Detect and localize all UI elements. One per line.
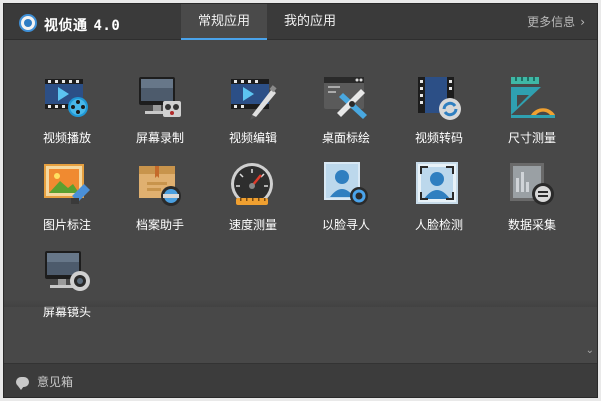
app-label: 尺寸测量 xyxy=(507,131,556,145)
app-video-transcode[interactable]: 视频转码 xyxy=(404,73,474,153)
desktop-draw-icon xyxy=(321,73,371,123)
video-edit-icon xyxy=(228,73,278,123)
app-label: 图片标注 xyxy=(42,218,91,232)
feedback-label: 意见箱 xyxy=(37,375,74,389)
video-transcode-icon xyxy=(414,73,464,123)
footer-bar: 意见箱 xyxy=(4,363,597,397)
app-label: 屏幕录制 xyxy=(135,131,184,145)
app-screen-camera[interactable]: 屏幕镜头 xyxy=(32,247,102,327)
app-label: 数据采集 xyxy=(507,218,556,232)
app-label: 以脸寻人 xyxy=(321,218,370,232)
app-data-collect[interactable]: 数据采集 xyxy=(497,160,567,240)
app-desktop-draw[interactable]: 桌面标绘 xyxy=(311,73,381,153)
tab-label: 常规应用 xyxy=(197,14,250,29)
more-info-link[interactable]: 更多信息 › xyxy=(527,4,585,40)
app-label: 人脸检测 xyxy=(414,218,463,232)
app-label: 桌面标绘 xyxy=(321,131,370,145)
app-grid: 视频播放 屏幕录制 视频编辑 桌面标绘 视频转码 尺寸测量 图片标注 档案助手 … xyxy=(4,41,597,363)
speed-measure-icon xyxy=(228,160,278,210)
tab-common-apps[interactable]: 常规应用 xyxy=(181,4,267,40)
app-screen-record[interactable]: 屏幕录制 xyxy=(125,73,195,153)
screen-record-icon xyxy=(135,73,185,123)
chevron-down-icon[interactable]: ⌄ xyxy=(586,345,594,356)
speech-bubble-icon xyxy=(16,377,29,390)
app-label: 视频播放 xyxy=(42,131,91,145)
app-version: 4.0 xyxy=(93,18,121,34)
app-title: 视侦通 4.0 xyxy=(44,15,120,35)
app-face-search[interactable]: 以脸寻人 xyxy=(311,160,381,240)
app-archive-assistant[interactable]: 档案助手 xyxy=(125,160,195,240)
tab-my-apps[interactable]: 我的应用 xyxy=(267,4,353,40)
screen-camera-icon xyxy=(42,247,92,297)
title-bar: 视侦通 4.0 常规应用 我的应用 更多信息 › xyxy=(4,4,597,40)
tab-label: 我的应用 xyxy=(283,14,336,29)
app-label: 速度测量 xyxy=(228,218,277,232)
app-size-measure[interactable]: 尺寸测量 xyxy=(497,73,567,153)
app-label: 视频编辑 xyxy=(228,131,277,145)
more-info-label: 更多信息 xyxy=(527,15,576,29)
image-annotate-icon xyxy=(42,160,92,210)
app-label: 视频转码 xyxy=(414,131,463,145)
size-measure-icon xyxy=(507,73,557,123)
data-collect-icon xyxy=(507,160,557,210)
face-search-icon xyxy=(321,160,371,210)
app-video-play[interactable]: 视频播放 xyxy=(32,73,102,153)
feedback-button[interactable]: 意见箱 xyxy=(16,373,73,390)
app-face-detect[interactable]: 人脸检测 xyxy=(404,160,474,240)
app-speed-measure[interactable]: 速度测量 xyxy=(218,160,288,240)
face-detect-icon xyxy=(414,160,464,210)
app-window: 视侦通 4.0 常规应用 我的应用 更多信息 › 视频播放 屏幕录制 视频编辑 … xyxy=(3,3,598,398)
app-label: 档案助手 xyxy=(135,218,184,232)
app-video-edit[interactable]: 视频编辑 xyxy=(218,73,288,153)
chevron-right-icon: › xyxy=(580,15,585,29)
app-image-annotate[interactable]: 图片标注 xyxy=(32,160,102,240)
app-title-text: 视侦通 xyxy=(44,18,88,34)
content-divider xyxy=(4,299,597,307)
archive-assistant-icon xyxy=(135,160,185,210)
eye-logo-icon xyxy=(19,14,37,32)
video-play-icon xyxy=(42,73,92,123)
